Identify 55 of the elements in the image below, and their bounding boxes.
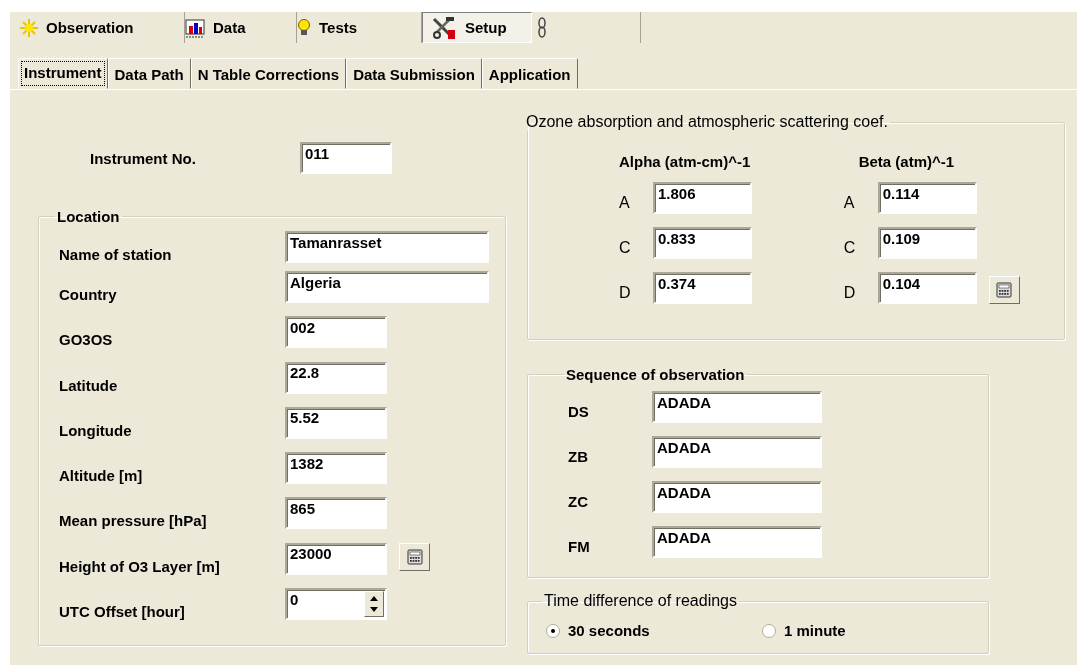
tab[interactable]: Data Path — [107, 58, 191, 89]
text-field[interactable]: 22.8 — [285, 361, 387, 394]
group-title: Sequence of observation — [565, 366, 746, 383]
field-label: Altitude [m] — [59, 467, 144, 485]
field-label: Country — [59, 286, 118, 303]
text-field[interactable]: 0.104 — [877, 272, 977, 304]
text-field[interactable]: 0.114 — [877, 182, 977, 214]
toolbar-tab[interactable]: Data — [185, 12, 297, 43]
field-label: UTC Offset [hour] — [59, 603, 186, 621]
tab[interactable]: Data Submission — [346, 58, 482, 89]
text-field[interactable]: ADADA — [652, 391, 822, 423]
field-label: Longitude — [59, 421, 133, 439]
radio-label[interactable]: 30 seconds — [568, 622, 650, 639]
tab[interactable]: Application — [481, 58, 578, 89]
field-label: A — [843, 194, 856, 212]
field-label: D — [843, 284, 857, 302]
text-field[interactable]: 5.52 — [285, 406, 387, 439]
text-field[interactable]: 1.806 — [653, 182, 752, 214]
field-label: C — [619, 239, 632, 257]
column-heading: Beta (atm)^-1 — [858, 153, 956, 170]
toolbar-tab[interactable]: Observation — [20, 12, 185, 43]
field-label: Height of O3 Layer [m] — [59, 557, 221, 575]
text-field[interactable]: ADADA — [652, 526, 822, 558]
tab[interactable]: Instrument — [18, 58, 108, 89]
text-field[interactable]: ADADA — [652, 436, 822, 468]
text-field[interactable]: 0.109 — [877, 227, 977, 259]
text-field[interactable]: 23000 — [285, 542, 387, 575]
text-field[interactable]: 0.833 — [653, 227, 752, 259]
column-heading: Alpha (atm-cm)^-1 — [619, 153, 752, 170]
field-label: Latitude — [59, 376, 119, 394]
text-field[interactable]: 1382 — [285, 452, 387, 485]
toolbar-tab[interactable]: Setup — [422, 12, 532, 43]
tab[interactable]: N Table Corrections — [190, 58, 347, 89]
text-field[interactable]: 011 — [300, 142, 392, 174]
radio-label[interactable]: 1 minute — [784, 622, 846, 639]
field-label: GO3OS — [59, 331, 114, 349]
field-label: ZB — [568, 448, 589, 465]
group-title: Time difference of readings — [543, 592, 738, 610]
text-field[interactable]: Algeria — [285, 271, 489, 303]
field-label: Instrument No. — [90, 149, 197, 167]
field-label: DS — [568, 403, 590, 420]
field-label: ZC — [568, 493, 589, 510]
group-title: Ozone absorption and atmospheric scattering coef. — [525, 113, 889, 131]
group-title: Location — [56, 208, 121, 225]
field-label: Mean pressure [hPa] — [59, 512, 208, 530]
text-field[interactable]: 0.374 — [653, 272, 752, 304]
field-label: FM — [568, 538, 591, 555]
field-label: A — [619, 194, 631, 212]
text-field[interactable]: ADADA — [652, 481, 822, 513]
text-field[interactable]: Tamanrasset — [285, 231, 489, 263]
text-field[interactable]: 865 — [285, 497, 387, 530]
field-label: C — [843, 239, 857, 257]
field-label: Name of station — [59, 246, 173, 263]
text-field[interactable]: 002 — [285, 316, 387, 349]
field-label: D — [619, 284, 632, 302]
